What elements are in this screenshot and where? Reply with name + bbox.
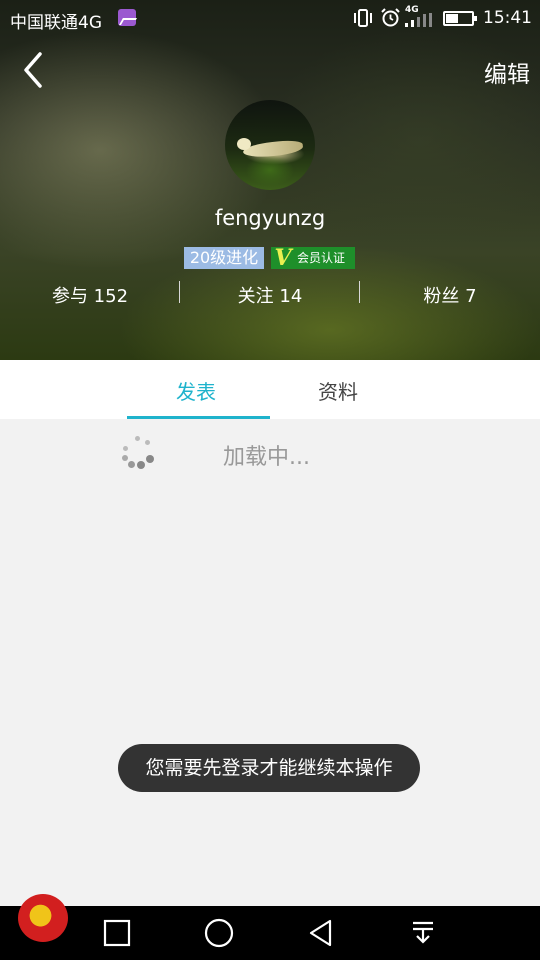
login-required-toast: 您需要先登录才能继续本操作 <box>118 744 420 792</box>
notification-pulldown-button[interactable] <box>393 906 453 960</box>
gallery-icon <box>118 9 136 26</box>
back-triangle-icon <box>309 919 332 947</box>
vibrate-icon <box>354 9 372 27</box>
vip-badge: V 会员认证 <box>271 245 355 271</box>
stat-following[interactable]: 关注 14 <box>180 282 360 308</box>
loading-spinner-icon <box>120 434 156 470</box>
profile-header: 中国联通4G 4G 15:41 编辑 fengyunzg 20级进化 V 会员认… <box>0 0 540 360</box>
vip-v-icon: V <box>274 245 292 271</box>
username: fengyunzg <box>214 206 326 230</box>
watermark-logo <box>5 890 125 958</box>
tab-profile-info[interactable]: 资料 <box>318 376 358 405</box>
battery-icon <box>443 11 477 26</box>
signal-icon <box>405 13 432 27</box>
stat-participate[interactable]: 参与 152 <box>0 282 180 308</box>
avatar[interactable] <box>225 100 315 190</box>
edit-button[interactable]: 编辑 <box>484 55 530 89</box>
carrier-label: 中国联通4G <box>10 13 102 33</box>
back-button[interactable] <box>16 48 52 92</box>
status-bar: 中国联通4G 4G 15:41 <box>0 0 540 36</box>
loading-text: 加载中... <box>223 445 310 470</box>
profile-stats: 参与 152 关注 14 粉丝 7 <box>0 280 540 308</box>
system-back-button[interactable] <box>291 906 351 960</box>
home-button[interactable] <box>189 906 249 960</box>
dragon-logo-icon <box>18 894 68 942</box>
tab-posts[interactable]: 发表 <box>176 376 216 405</box>
stat-followers[interactable]: 粉丝 7 <box>360 282 540 308</box>
alarm-icon <box>381 8 400 27</box>
vip-badge-label: 会员认证 <box>297 251 346 265</box>
level-badge: 20级进化 <box>184 247 264 269</box>
notification-pulldown-icon <box>413 921 433 944</box>
chevron-left-icon <box>24 52 42 88</box>
profile-tabs: 发表 资料 <box>0 360 540 419</box>
home-circle-icon <box>204 918 234 948</box>
content-area <box>0 419 540 906</box>
clock: 15:41 <box>483 8 532 28</box>
